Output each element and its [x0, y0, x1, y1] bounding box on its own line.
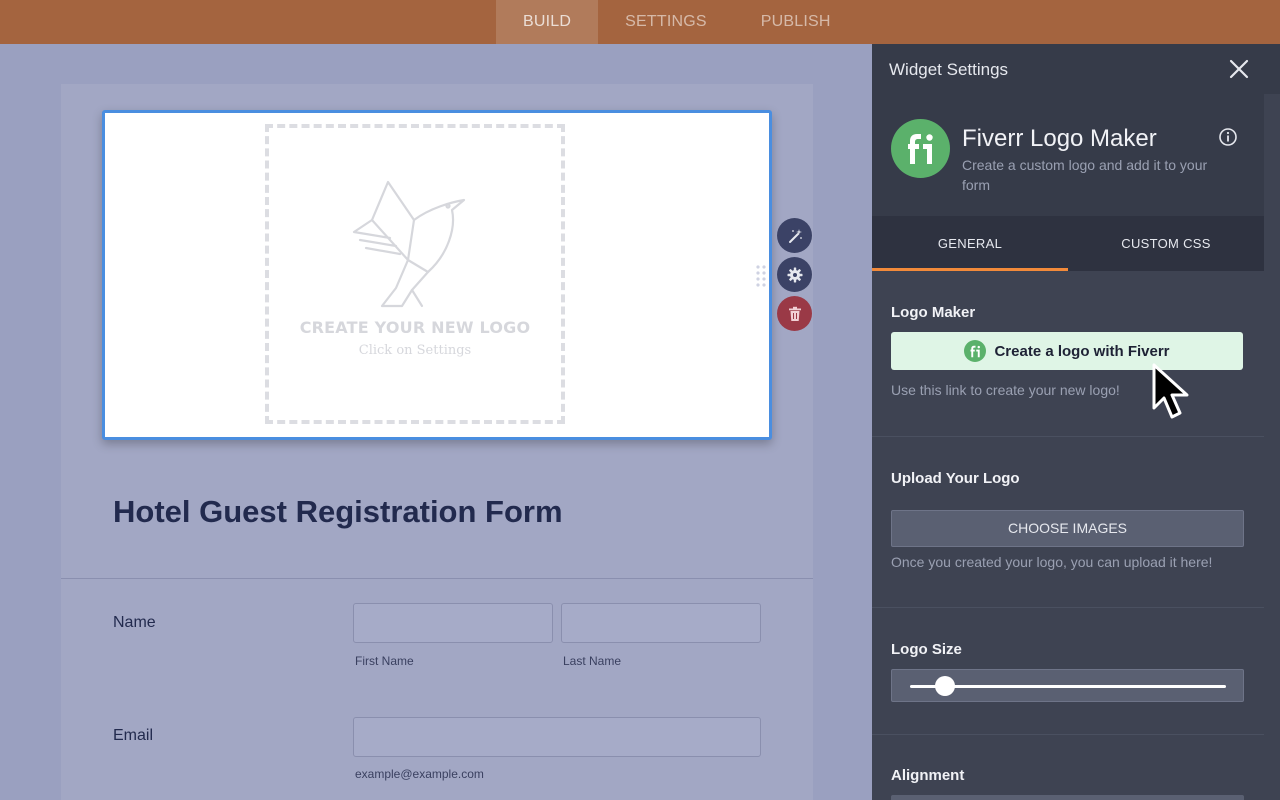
alignment-label: Alignment [891, 767, 965, 784]
upload-logo-label: Upload Your Logo [891, 470, 1020, 487]
first-name-sublabel: First Name [355, 654, 414, 668]
mouse-cursor-icon [1152, 363, 1189, 419]
tab-general[interactable]: GENERAL [872, 216, 1068, 271]
delete-widget-button[interactable] [777, 296, 812, 331]
fiverr-logo-icon [891, 119, 950, 178]
tab-custom-css[interactable]: CUSTOM CSS [1068, 216, 1264, 271]
tab-publish[interactable]: PUBLISH [734, 0, 858, 44]
email-field-label: Email [113, 727, 154, 744]
tab-settings[interactable]: SETTINGS [598, 0, 734, 44]
email-sublabel: example@example.com [355, 767, 484, 781]
widget-description: Create a custom logo and add it to your … [962, 157, 1208, 193]
slider-thumb[interactable] [934, 676, 955, 696]
top-nav-tabs: BUILD SETTINGS PUBLISH [496, 0, 858, 44]
gear-icon [787, 267, 802, 282]
panel-tabs: GENERAL CUSTOM CSS [872, 216, 1280, 271]
widget-info: Fiverr Logo Maker Create a custom logo a… [872, 94, 1264, 216]
widget-settings-panel: Widget Settings Fiverr Logo Maker Create… [872, 44, 1280, 800]
choose-images-button[interactable]: CHOOSE IMAGES [891, 510, 1244, 547]
widget-name: Fiverr Logo Maker [962, 125, 1157, 152]
logo-placeholder-subtitle: Click on Settings [358, 343, 472, 358]
widget-settings-button[interactable] [777, 257, 812, 292]
email-input[interactable] [353, 717, 761, 757]
form-divider [61, 578, 813, 579]
name-field-label: Name [113, 614, 156, 631]
panel-header: Widget Settings [872, 44, 1280, 94]
logo-size-label: Logo Size [891, 641, 962, 658]
tab-build[interactable]: BUILD [496, 0, 599, 44]
widget-tools [777, 218, 813, 335]
info-icon[interactable] [1218, 127, 1238, 147]
last-name-sublabel: Last Name [563, 654, 622, 668]
logo-maker-hint: Use this link to create your new logo! [891, 382, 1120, 398]
form-card: CREATE YOUR NEW LOGO Click on Settings H… [61, 84, 813, 800]
bird-logo-icon [352, 180, 466, 308]
logo-placeholder[interactable]: CREATE YOUR NEW LOGO Click on Settings [265, 124, 565, 424]
upload-logo-hint: Once you created your logo, you can uplo… [891, 554, 1213, 570]
top-nav-bar: BUILD SETTINGS PUBLISH [0, 0, 1280, 44]
magic-wand-icon [788, 228, 802, 243]
logo-maker-label: Logo Maker [891, 304, 976, 321]
last-name-input[interactable] [561, 603, 761, 643]
fiverr-mini-icon [964, 340, 987, 362]
logo-widget[interactable]: CREATE YOUR NEW LOGO Click on Settings [102, 110, 772, 440]
magic-wand-button[interactable] [777, 218, 812, 253]
drag-handle-icon[interactable] [756, 265, 766, 287]
panel-title: Widget Settings [889, 60, 1009, 79]
create-logo-fiverr-label: Create a logo with Fiverr [994, 342, 1170, 360]
close-icon[interactable] [1228, 58, 1250, 80]
alignment-control[interactable] [891, 795, 1244, 800]
panel-scrollbar[interactable] [1264, 94, 1280, 800]
logo-size-slider[interactable] [891, 669, 1244, 702]
first-name-input[interactable] [353, 603, 553, 643]
logo-placeholder-title: CREATE YOUR NEW LOGO [299, 318, 531, 337]
form-canvas: CREATE YOUR NEW LOGO Click on Settings H… [0, 44, 872, 800]
trash-icon [788, 306, 801, 321]
slider-track[interactable] [910, 685, 1226, 688]
form-title[interactable]: Hotel Guest Registration Form [113, 494, 563, 530]
